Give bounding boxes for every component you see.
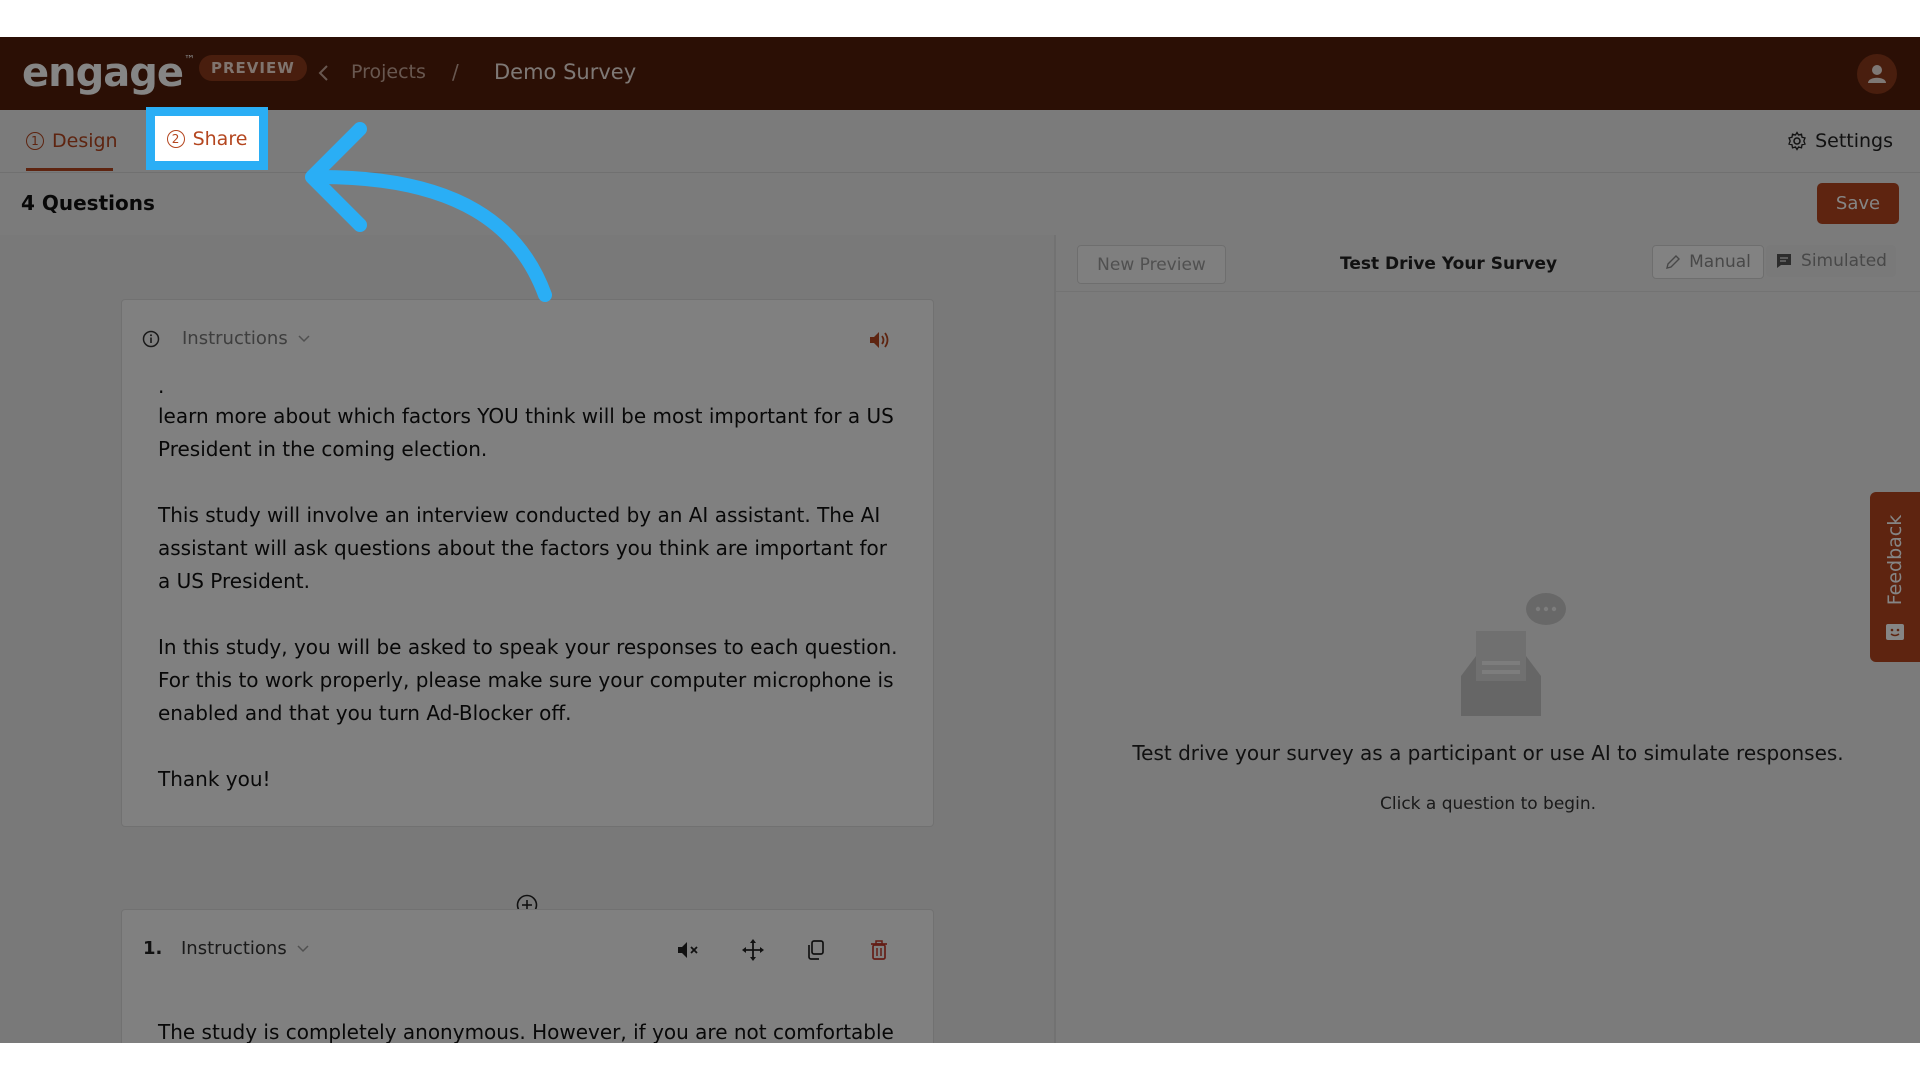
tab-share[interactable]: 2 Share <box>155 116 259 161</box>
tab-share-label: Share <box>192 127 248 150</box>
tab-share-number: 2 <box>166 129 185 148</box>
tutorial-dim-overlay <box>0 37 1920 1043</box>
app-window: engage ™ PREVIEW Projects / Demo Survey … <box>0 37 1920 1043</box>
tutorial-arrow-icon <box>305 122 552 302</box>
